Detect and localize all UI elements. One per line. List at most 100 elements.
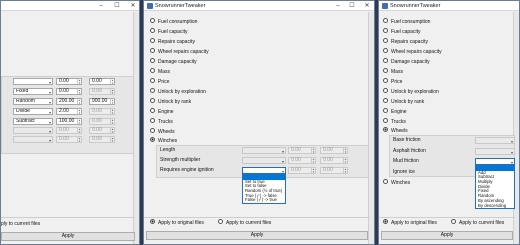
left-num-a-4[interactable]: 100.00 ▴ ▾	[56, 118, 82, 125]
radio-icon	[150, 68, 155, 74]
left-scrollbar[interactable]	[133, 12, 139, 244]
radio-icon	[150, 58, 155, 64]
maximize-button[interactable]: ☐	[346, 1, 358, 11]
param-mass[interactable]: Mass	[150, 68, 170, 76]
left-num-a-6[interactable]: 0.00 ▴ ▾	[56, 136, 82, 143]
radio-icon	[383, 38, 388, 44]
param-fuel-capacity[interactable]: Fuel capacity	[150, 28, 187, 36]
left-num-a-2[interactable]: 200.00 ▴ ▾	[56, 98, 82, 105]
sub-label-ignore-ice: Ignore ice	[393, 169, 415, 175]
left-mode-select-5[interactable]: ▾	[13, 127, 53, 134]
left-num-b-4[interactable]: 0.00 ▴ ▾	[89, 118, 115, 125]
ignition-num-b[interactable]: 0.00 ▴ ▾	[320, 167, 348, 174]
left-num-b-5[interactable]: 0.00 ▴ ▾	[89, 127, 115, 134]
title-bar: – ☐ ✕	[1, 1, 139, 11]
dropdown-option[interactable]: By descending	[476, 203, 514, 209]
param-wheels[interactable]: Wheels	[383, 127, 408, 135]
radio-icon	[383, 48, 388, 54]
right-scrollbar[interactable]	[513, 12, 519, 244]
middle-scrollbar[interactable]	[368, 12, 374, 244]
mud-friction-dropdown-list[interactable]: Add Subtract Multiply Divide Fixed Rando…	[475, 165, 515, 210]
param-damage-capacity[interactable]: Damage capacity	[383, 58, 430, 66]
base-friction-select[interactable]: ▾	[475, 137, 515, 144]
radio-selected-icon	[150, 137, 155, 143]
param-price[interactable]: Price	[150, 78, 169, 86]
left-mode-select-1[interactable]: Fixed ▾	[13, 88, 53, 95]
right-apply-button[interactable]: Apply	[381, 231, 513, 240]
param-engine[interactable]: Engine	[383, 108, 407, 116]
param-winches[interactable]: Winches	[150, 137, 177, 145]
radio-icon	[150, 118, 155, 124]
apply-original-radio[interactable]: Apply to original files	[383, 219, 437, 227]
left-num-b-0[interactable]: 0.00 ▴ ▾	[89, 78, 115, 85]
length-num-b[interactable]: 0.00 ▴ ▾	[320, 147, 348, 154]
left-mode-select-3[interactable]: Divide ▾	[13, 108, 53, 115]
left-num-a-0[interactable]: 0.00 ▴ ▾	[56, 78, 82, 85]
radio-icon	[383, 88, 388, 94]
left-mode-select-0[interactable]: ▾	[13, 78, 53, 85]
radio-selected-icon	[383, 219, 388, 225]
strength-num-b[interactable]: 0.00 ▴ ▾	[320, 157, 348, 164]
param-price[interactable]: Price	[383, 78, 402, 86]
left-apply-current-radio[interactable]: ply to current files	[1, 221, 40, 228]
length-num-a[interactable]: 0.00 ▴ ▾	[288, 147, 316, 154]
minimize-button[interactable]: –	[95, 1, 107, 11]
param-trucks[interactable]: Trucks	[150, 118, 173, 126]
asphalt-friction-select[interactable]: ▾	[475, 148, 515, 155]
right-divider	[379, 217, 515, 218]
param-wheel-repairs-capacity[interactable]: Wheel repairs capacity	[383, 48, 442, 56]
left-mode-select-2[interactable]: Random ▾	[13, 98, 53, 105]
param-engine[interactable]: Engine	[150, 108, 174, 116]
apply-original-radio[interactable]: Apply to original files	[150, 219, 204, 227]
left-num-b-3[interactable]: 0.00 ▴ ▾	[89, 108, 115, 115]
ignition-mode-select[interactable]: ▾	[242, 167, 286, 174]
left-mode-select-6[interactable]: ▾	[13, 136, 53, 143]
left-apply-button[interactable]: Apply	[1, 232, 135, 241]
minimize-button[interactable]: –	[332, 1, 344, 11]
radio-selected-icon	[150, 219, 155, 225]
param-fuel-consumption[interactable]: Fuel consumption	[150, 18, 197, 26]
maximize-button[interactable]: ☐	[111, 1, 123, 11]
strength-num-a[interactable]: 0.00 ▴ ▾	[288, 157, 316, 164]
param-wheel-repairs-capacity[interactable]: Wheel repairs capacity	[150, 48, 209, 56]
ignition-dropdown-list[interactable]: Set to true Set to false Random (½ of tr…	[242, 174, 286, 205]
param-trucks[interactable]: Trucks	[383, 118, 406, 126]
close-button[interactable]: ✕	[127, 1, 139, 11]
radio-icon	[451, 219, 456, 225]
mud-friction-select[interactable]: ▾	[475, 158, 515, 165]
param-fuel-consumption[interactable]: Fuel consumption	[383, 18, 430, 26]
param-fuel-capacity[interactable]: Fuel capacity	[383, 28, 420, 36]
left-num-b-1[interactable]: 0.00 ▴ ▾	[89, 88, 115, 95]
param-wheels[interactable]: Wheels	[150, 128, 175, 136]
radio-icon	[383, 108, 388, 114]
param-unlock-by-exploration[interactable]: Unlock by exploration	[150, 88, 206, 96]
left-mode-select-4[interactable]: Subtract ▾	[13, 118, 53, 125]
radio-icon	[383, 179, 388, 185]
dropdown-option[interactable]: False (✓) -> true	[243, 198, 285, 203]
param-damage-capacity[interactable]: Damage capacity	[150, 58, 197, 66]
ignition-num-a[interactable]: 0.00 ▴ ▾	[288, 167, 316, 174]
param-mass[interactable]: Mass	[383, 68, 403, 76]
param-unlock-by-exploration[interactable]: Unlock by exploration	[383, 88, 439, 96]
left-num-b-2[interactable]: 900.00 ▴ ▾	[89, 98, 115, 105]
param-unlock-by-rank[interactable]: Unlock by rank	[383, 98, 424, 106]
radio-icon	[150, 48, 155, 54]
param-repairs-capacity[interactable]: Repairs capacity	[383, 38, 428, 46]
left-num-a-5[interactable]: 0.00 ▴ ▾	[56, 127, 82, 134]
param-unlock-by-rank[interactable]: Unlock by rank	[150, 98, 191, 106]
sub-label-base-friction: Base friction	[393, 137, 421, 143]
strength-mode-select[interactable]: ▾	[242, 157, 286, 164]
param-winches[interactable]: Winches	[383, 179, 410, 187]
window-title: SnowrunnerTweaker	[390, 3, 441, 9]
left-num-a-1[interactable]: 0.00 ▴ ▾	[56, 88, 82, 95]
left-num-a-3[interactable]: 2.00 ▴ ▾	[56, 108, 82, 115]
close-button[interactable]: ✕	[361, 1, 373, 11]
middle-apply-button[interactable]: Apply	[146, 231, 368, 240]
apply-current-radio[interactable]: Apply to current files	[218, 219, 271, 227]
apply-current-radio[interactable]: Apply to current files	[451, 219, 504, 227]
radio-icon	[150, 18, 155, 24]
middle-divider	[144, 217, 370, 218]
length-mode-select[interactable]: ▾	[242, 147, 286, 154]
left-num-b-6[interactable]: 0.00 ▴ ▾	[89, 136, 115, 143]
param-repairs-capacity[interactable]: Repairs capacity	[150, 38, 195, 46]
